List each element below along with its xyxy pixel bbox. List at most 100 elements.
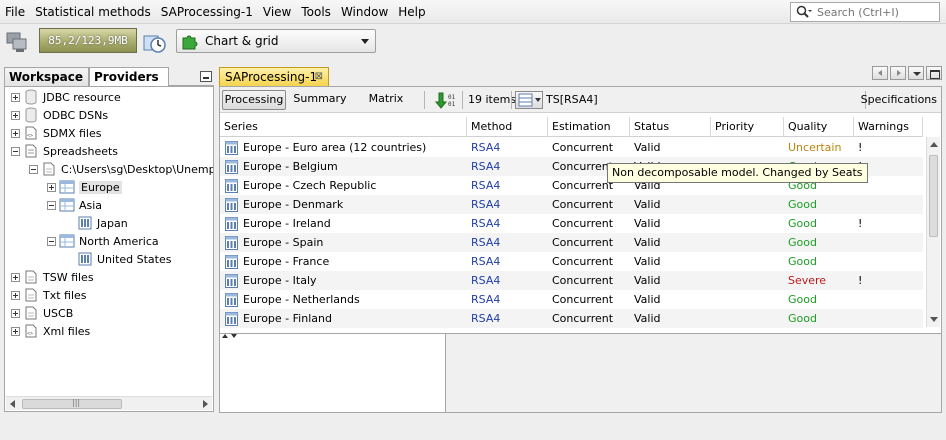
collapse-icon[interactable]: [11, 146, 20, 156]
tab-saprocessing[interactable]: SAProcessing-1 ⊠: [219, 67, 329, 86]
cell-series: Europe - Belgium: [220, 157, 467, 176]
vertical-scrollbar[interactable]: [926, 137, 940, 327]
table-row[interactable]: Europe - Finland RSA4 Concurrent Valid Good: [220, 309, 923, 328]
table-row[interactable]: Europe - Netherlands RSA4 Concurrent Valid G…: [220, 290, 923, 309]
column-header-status[interactable]: Status: [630, 117, 711, 137]
tree-node[interactable]: C:\Users\sg\Desktop\Unemplo: [29, 160, 213, 178]
network-icon[interactable]: [4, 29, 30, 55]
expand-icon[interactable]: [11, 128, 20, 138]
svg-text:<>: <>: [27, 133, 33, 139]
search-input[interactable]: [817, 5, 935, 19]
tree-node[interactable]: Japan: [77, 214, 128, 232]
cell-quality: Good: [788, 293, 817, 306]
expand-icon[interactable]: [11, 92, 20, 102]
scroll-grip-icon: |||: [72, 398, 81, 407]
maximize-icon[interactable]: [926, 66, 942, 80]
scroll-left-icon[interactable]: [10, 400, 15, 408]
table-row[interactable]: Europe - Denmark RSA4 Concurrent Valid Good: [220, 195, 923, 214]
menu-window[interactable]: Window: [336, 0, 393, 24]
column-header-warnings[interactable]: Warnings: [854, 117, 923, 137]
filter-dropdown-button[interactable]: [515, 91, 543, 109]
column-header-quality[interactable]: Quality: [784, 117, 854, 137]
collapse-icon[interactable]: [47, 236, 56, 246]
show-open-documents-icon[interactable]: [908, 66, 924, 80]
expand-icon[interactable]: [11, 326, 20, 336]
tree-node[interactable]: <> Xml files: [11, 322, 90, 340]
column-header-method[interactable]: Method: [467, 117, 548, 137]
collapse-icon[interactable]: [47, 200, 56, 210]
view-selector-label: Chart & grid: [205, 34, 279, 48]
splitter-arrows-icon[interactable]: [220, 328, 240, 338]
table-row[interactable]: Europe - Italy RSA4 Concurrent Valid Severe!: [220, 271, 923, 290]
cell-series: Europe - Euro area (12 countries): [220, 138, 467, 157]
menu-saprocessing[interactable]: SAProcessing-1: [156, 0, 258, 24]
matrix-button[interactable]: Matrix: [362, 90, 410, 110]
table-row[interactable]: Europe - Euro area (12 countries) RSA4 Con…: [220, 138, 923, 157]
expand-icon[interactable]: [47, 182, 56, 192]
tree-node[interactable]: North America: [47, 232, 159, 250]
cell-series: Europe - France: [220, 252, 467, 271]
tree-node[interactable]: <> SDMX files: [11, 124, 101, 142]
toolbar-separator: [511, 91, 512, 109]
chevron-down-icon[interactable]: [361, 39, 369, 44]
close-icon[interactable]: ⊠: [315, 68, 323, 86]
scroll-thumb[interactable]: [929, 155, 938, 237]
series-name: Europe - Italy: [243, 274, 317, 287]
view-selector[interactable]: Chart & grid: [176, 29, 376, 53]
tree-node[interactable]: United States: [77, 250, 172, 268]
garbage-collect-icon[interactable]: [140, 28, 166, 54]
scroll-tabs-left-icon[interactable]: [872, 66, 888, 80]
search-box[interactable]: [790, 2, 940, 22]
tree-node[interactable]: Txt files: [11, 286, 87, 304]
scroll-up-icon[interactable]: [930, 142, 938, 147]
tree-node[interactable]: ODBC DSNs: [11, 106, 108, 124]
menu-view[interactable]: View: [258, 0, 296, 24]
tree-node[interactable]: JDBC resource: [11, 88, 121, 106]
cell-series: Europe - Finland: [220, 309, 467, 328]
horizontal-scrollbar[interactable]: |||: [6, 396, 212, 410]
summary-button[interactable]: Summary: [292, 90, 348, 110]
tree-node[interactable]: Spreadsheets: [11, 142, 118, 160]
menu-tools[interactable]: Tools: [296, 0, 336, 24]
processing-button[interactable]: Processing: [222, 90, 286, 110]
table-row[interactable]: Europe - France RSA4 Concurrent Valid Good: [220, 252, 923, 271]
menu-statistical-methods[interactable]: Statistical methods: [30, 0, 156, 24]
cell-status: Valid: [634, 274, 661, 287]
cell-quality: Good: [788, 217, 817, 230]
memory-usage-indicator[interactable]: 85,2/123,9MB: [39, 28, 137, 53]
menu-file[interactable]: File: [0, 0, 30, 24]
tab-workspace[interactable]: Workspace: [4, 67, 89, 86]
table-row[interactable]: Europe - Spain RSA4 Concurrent Valid Good: [220, 233, 923, 252]
cell-method: RSA4: [471, 312, 501, 325]
tab-providers[interactable]: Providers ⊠: [89, 67, 169, 103]
tree-node[interactable]: USCB: [11, 304, 73, 322]
expand-icon[interactable]: [11, 308, 20, 318]
tree-node[interactable]: Europe: [47, 178, 122, 196]
specifications-button[interactable]: Specifications: [861, 90, 937, 110]
table-row[interactable]: Europe - Ireland RSA4 Concurrent Valid Good!: [220, 214, 923, 233]
search-icon[interactable]: [791, 5, 817, 19]
minimize-icon[interactable]: [200, 71, 212, 82]
tree-node[interactable]: Asia: [47, 196, 102, 214]
scroll-right-icon[interactable]: [203, 400, 208, 408]
cell-estimation: Concurrent: [552, 293, 614, 306]
column-header-priority[interactable]: Priority: [711, 117, 784, 137]
tree-node-label: ODBC DSNs: [43, 108, 109, 122]
collapse-icon[interactable]: [29, 164, 38, 174]
file-icon: [23, 269, 39, 285]
sort-icon[interactable]: 01 01: [434, 91, 456, 109]
scroll-down-icon[interactable]: [930, 317, 938, 322]
column-header-estimation[interactable]: Estimation: [548, 117, 630, 137]
cell-method: RSA4: [471, 236, 501, 249]
menu-help[interactable]: Help: [393, 0, 430, 24]
expand-icon[interactable]: [11, 290, 20, 300]
cell-series: Europe - Netherlands: [220, 290, 467, 309]
expand-icon[interactable]: [11, 110, 20, 120]
tree-node[interactable]: TSW files: [11, 268, 94, 286]
expand-icon[interactable]: [11, 272, 20, 282]
series-name: Europe - Denmark: [243, 198, 344, 211]
panel-tabbar: Workspace Providers ⊠: [4, 67, 214, 103]
column-header-series[interactable]: Series: [220, 117, 467, 137]
scroll-tabs-right-icon[interactable]: [890, 66, 906, 80]
series-icon: [225, 254, 238, 269]
